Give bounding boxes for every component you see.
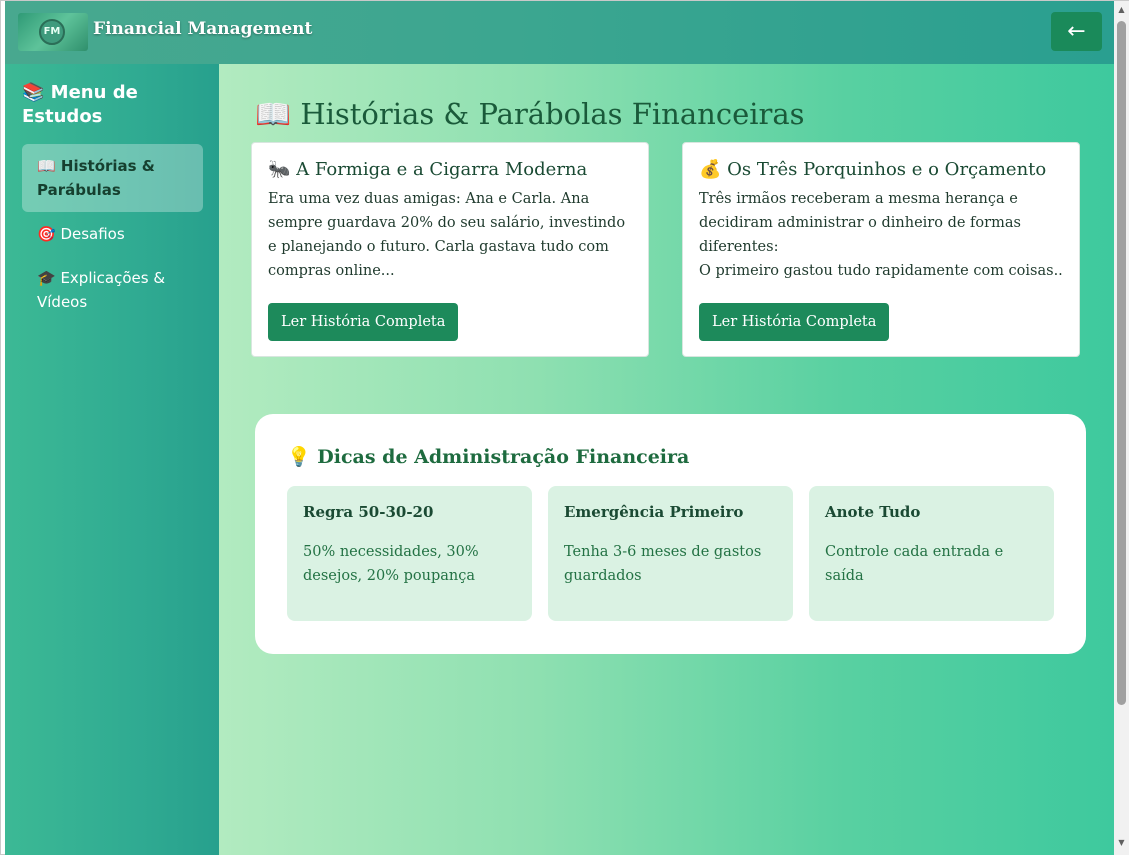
- sidebar-item-label: 🎓 Explicações & Vídeos: [37, 269, 166, 311]
- main-content: 📖 Histórias & Parábolas Financeiras 🐜 A …: [219, 64, 1114, 855]
- story-excerpt: Era uma vez duas amigas: Ana e Carla. An…: [268, 191, 626, 279]
- sidebar-item-label: 🎯 Desafios: [37, 225, 125, 243]
- story-excerpt: Três irmãos receberam a mesma herança e …: [699, 187, 1063, 283]
- read-story-button[interactable]: Ler História Completa: [268, 303, 459, 341]
- tip-title: Emergência Primeiro: [564, 503, 744, 521]
- story-card: 🐜 A Formiga e a Cigarra Moderna Era uma …: [251, 142, 649, 357]
- tip-title: Anote Tudo: [825, 503, 921, 521]
- story-title: 🐜 A Formiga e a Cigarra Moderna: [268, 159, 588, 180]
- sidebar-item-historias[interactable]: 📖 Histórias & Parábulas: [22, 144, 203, 212]
- sidebar: 📚 Menu de Estudos 📖 Histórias & Parábula…: [5, 64, 219, 855]
- tip-card: Regra 50-30-20 50% necessidades, 30% des…: [287, 486, 532, 621]
- tip-text: Tenha 3-6 meses de gastos guardados: [564, 544, 762, 584]
- tip-text: 50% necessidades, 30% desejos, 20% poupa…: [303, 544, 479, 584]
- tips-panel: 💡 Dicas de Administração Financeira Regr…: [255, 414, 1086, 654]
- scrollbar-thumb[interactable]: [1117, 21, 1126, 705]
- scroll-down-icon[interactable]: ▼: [1114, 836, 1129, 850]
- logo: FM: [18, 13, 88, 51]
- sidebar-item-desafios[interactable]: 🎯 Desafios: [22, 222, 203, 246]
- scroll-up-icon[interactable]: ▲: [1114, 3, 1129, 17]
- tip-text: Controle cada entrada e saída: [825, 544, 1004, 584]
- logo-badge: FM: [39, 19, 65, 45]
- story-title: 💰 Os Três Porquinhos e o Orçamento: [699, 159, 1047, 180]
- top-bar: FM Financial Management ←: [5, 1, 1114, 64]
- back-button[interactable]: ←: [1051, 12, 1102, 51]
- vertical-scrollbar[interactable]: ▲ ▼: [1114, 1, 1129, 855]
- sidebar-title: 📚 Menu de Estudos: [22, 82, 138, 127]
- app-title: Financial Management: [93, 19, 313, 39]
- story-excerpt-line: Três irmãos receberam a mesma herança e …: [699, 191, 1021, 255]
- tip-card: Anote Tudo Controle cada entrada e saída: [809, 486, 1054, 621]
- tip-card: Emergência Primeiro Tenha 3-6 meses de g…: [548, 486, 793, 621]
- tips-title: 💡 Dicas de Administração Financeira: [287, 446, 690, 468]
- read-story-button[interactable]: Ler História Completa: [699, 303, 890, 341]
- sidebar-item-explicacoes[interactable]: 🎓 Explicações & Vídeos: [22, 266, 203, 314]
- story-card: 💰 Os Três Porquinhos e o Orçamento Três …: [682, 142, 1080, 357]
- app-window: FM Financial Management ← 📚 Menu de Estu…: [5, 1, 1114, 855]
- arrow-left-icon: ←: [1067, 19, 1086, 44]
- sidebar-item-label: 📖 Histórias & Parábulas: [37, 157, 155, 199]
- tip-title: Regra 50-30-20: [303, 503, 434, 521]
- page-title: 📖 Histórias & Parábolas Financeiras: [255, 97, 805, 131]
- story-excerpt-line: O primeiro gastou tudo rapidamente com c…: [699, 263, 1063, 279]
